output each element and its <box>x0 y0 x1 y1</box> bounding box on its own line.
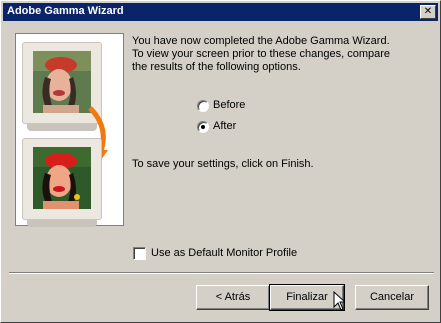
back-button[interactable]: < Atrás <box>196 285 270 310</box>
radio-selected-dot <box>201 125 205 129</box>
radio-after[interactable]: After <box>197 120 277 134</box>
radio-before-label: Before <box>213 99 246 111</box>
monitor-illustration <box>15 33 124 227</box>
close-icon: ✕ <box>423 6 433 17</box>
radio-after-circle[interactable] <box>197 121 209 133</box>
monitor-after-image <box>22 138 102 227</box>
intro-line-1: You have now completed the Adobe Gamma W… <box>132 35 390 47</box>
radio-before-circle[interactable] <box>197 100 209 112</box>
default-profile-label[interactable]: Use as Default Monitor Profile <box>151 246 297 260</box>
radio-before[interactable]: Before <box>197 99 277 113</box>
gamma-wizard-window: Adobe Gamma Wizard ✕ You have now comple… <box>0 0 441 323</box>
finish-instruction: To save your settings, click on Finish. <box>132 158 314 170</box>
intro-line-3: the results of the following options. <box>132 61 301 73</box>
radio-after-label: After <box>213 120 237 132</box>
default-profile-checkbox[interactable] <box>133 247 146 260</box>
separator <box>9 272 434 274</box>
title-bar: Adobe Gamma Wizard ✕ <box>3 3 438 21</box>
intro-line-2: To view your screen prior to these chang… <box>132 48 391 60</box>
window-title: Adobe Gamma Wizard <box>7 5 124 17</box>
mouse-cursor-icon <box>333 291 345 311</box>
close-button[interactable]: ✕ <box>420 5 436 19</box>
cancel-button[interactable]: Cancelar <box>355 285 429 310</box>
